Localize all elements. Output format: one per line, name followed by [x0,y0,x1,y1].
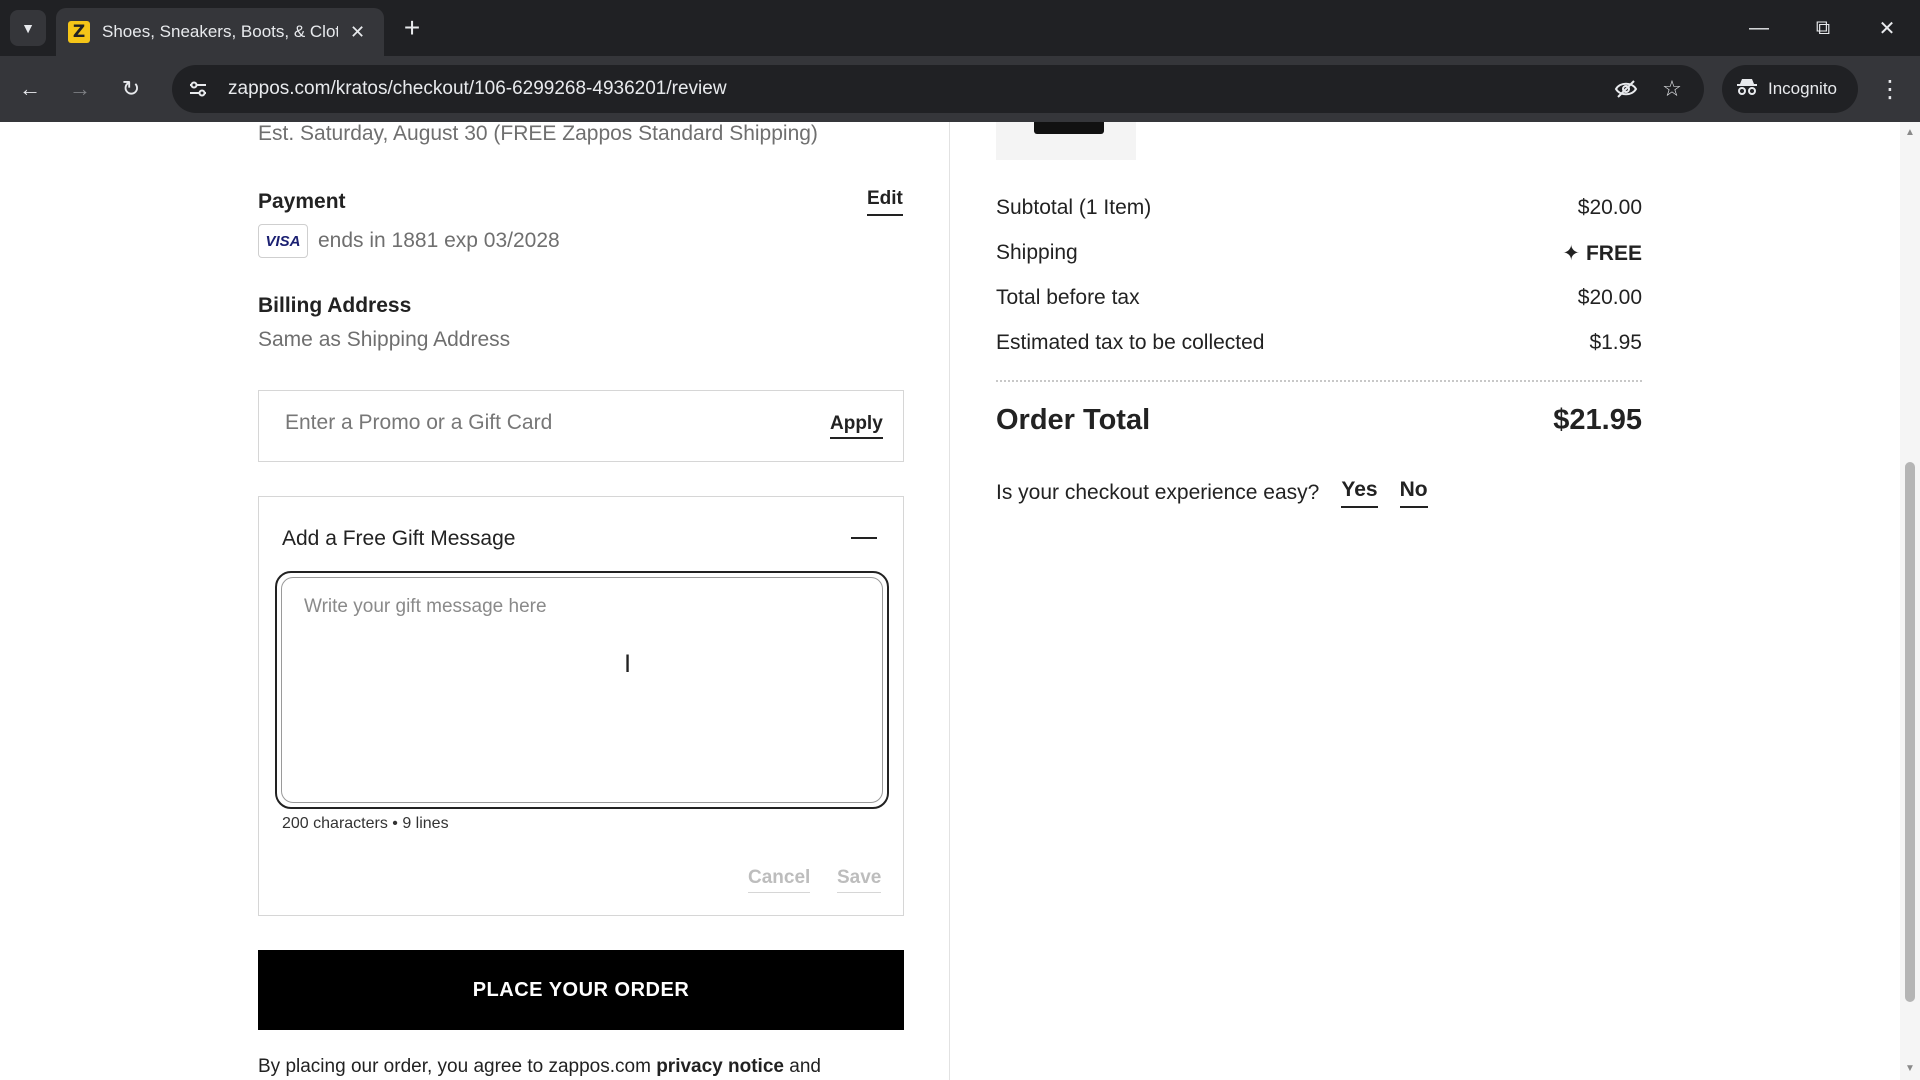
checkout-review-page: Est. Saturday, August 30 (FREE Zappos St… [0,122,1920,1080]
gift-message-focus-ring [275,571,889,809]
column-divider [949,122,950,1080]
survey-question: Is your checkout experience easy? [996,481,1320,504]
bookmark-star-icon[interactable]: ☆ [1652,69,1692,109]
gift-message-title: Add a Free Gift Message [282,527,516,550]
site-settings-icon[interactable] [178,69,218,109]
card-details: ends in 1881 exp 03/2028 [318,229,560,252]
subtotal-label: Subtotal (1 Item) [996,196,1152,219]
order-total-label: Order Total [996,404,1151,436]
delivery-estimate: Est. Saturday, August 30 (FREE Zappos St… [258,122,818,145]
eye-slash-icon[interactable] [1606,69,1646,109]
shipping-row: Shipping ✦ FREE [996,241,1642,266]
order-total-row: Order Total $21.95 [996,404,1642,437]
place-order-button[interactable]: PLACE YOUR ORDER [258,950,904,1030]
url-text: zappos.com/kratos/checkout/106-6299268-4… [228,78,727,99]
total-before-tax-row: Total before tax $20.00 [996,286,1642,310]
scroll-up-arrow-icon[interactable]: ▲ [1900,122,1920,142]
order-agreement-text: By placing our order, you agree to zappo… [258,1056,821,1078]
reload-icon[interactable]: ↻ [113,71,149,107]
summary-divider [996,380,1642,382]
product-thumbnail[interactable] [996,122,1136,160]
visa-card-icon: VISA [258,224,308,258]
apply-promo-button[interactable]: Apply [830,413,883,439]
survey-no-button[interactable]: No [1399,478,1428,508]
gift-message-limit: 200 characters • 9 lines [282,815,449,832]
subtotal-row: Subtotal (1 Item) $20.00 [996,196,1642,220]
browser-tab-bar: ▼ Z Shoes, Sneakers, Boots, & Clothing ✕… [0,0,1920,56]
estimated-tax-row: Estimated tax to be collected $1.95 [996,331,1642,355]
gift-message-textarea[interactable] [281,577,883,803]
order-total-value: $21.95 [1553,404,1642,436]
text-cursor-icon: I [624,650,632,678]
browser-tab-active[interactable]: Z Shoes, Sneakers, Boots, & Clothing ✕ [56,8,384,56]
tax-label: Estimated tax to be collected [996,331,1265,354]
shipping-label: Shipping [996,241,1078,264]
minimize-icon[interactable]: — [1727,0,1791,56]
before-tax-label: Total before tax [996,286,1140,309]
agreement-suffix: and [789,1056,821,1077]
tab-title: Shoes, Sneakers, Boots, & Clothing [102,22,338,41]
incognito-icon [1736,77,1758,102]
agreement-prefix: By placing our order, you agree to zappo… [258,1056,651,1077]
browser-menu-icon[interactable]: ⋮ [1872,71,1908,107]
before-tax-value: $20.00 [1577,286,1642,309]
collapse-minus-icon[interactable] [851,537,877,539]
incognito-label: Incognito [1768,79,1837,98]
tax-value: $1.95 [1589,331,1642,354]
payment-title: Payment [258,190,346,213]
forward-arrow-icon[interactable]: → [62,71,98,107]
scroll-down-arrow-icon[interactable]: ▼ [1900,1058,1920,1078]
promo-code-input[interactable] [285,411,765,435]
shipping-value-wrap: ✦ FREE [1562,241,1642,266]
billing-address-title: Billing Address [258,294,412,317]
back-arrow-icon[interactable]: ← [12,71,48,107]
payment-edit-link[interactable]: Edit [867,188,903,216]
incognito-indicator[interactable]: Incognito [1722,65,1858,113]
shipping-value: FREE [1585,242,1642,265]
address-bar[interactable]: zappos.com/kratos/checkout/106-6299268-4… [172,65,1704,113]
privacy-notice-link[interactable]: privacy notice [656,1056,784,1077]
gift-message-panel: Add a Free Gift Message 200 characters •… [258,496,904,916]
tab-search-button[interactable]: ▼ [10,10,46,46]
close-icon[interactable]: ✕ [350,22,365,43]
chevron-down-icon: ▼ [21,20,35,36]
subtotal-value: $20.00 [1577,196,1642,219]
sparkle-icon: ✦ [1562,242,1580,265]
restore-icon[interactable]: ⧉ [1791,0,1855,56]
gift-cancel-button[interactable]: Cancel [748,867,811,893]
window-close-icon[interactable]: ✕ [1855,0,1919,56]
checkout-survey: Is your checkout experience easy? Yes No [996,478,1428,508]
browser-toolbar: ← → ↻ zappos.com/kratos/checkout/106-629… [0,56,1920,122]
billing-address-value: Same as Shipping Address [258,328,511,351]
survey-yes-button[interactable]: Yes [1341,478,1378,508]
zappos-favicon-icon: Z [68,21,90,43]
scrollbar-thumb[interactable] [1905,462,1915,1002]
new-tab-button[interactable]: + [396,12,428,44]
promo-code-box: Apply [258,390,904,462]
gift-save-button[interactable]: Save [837,867,882,893]
